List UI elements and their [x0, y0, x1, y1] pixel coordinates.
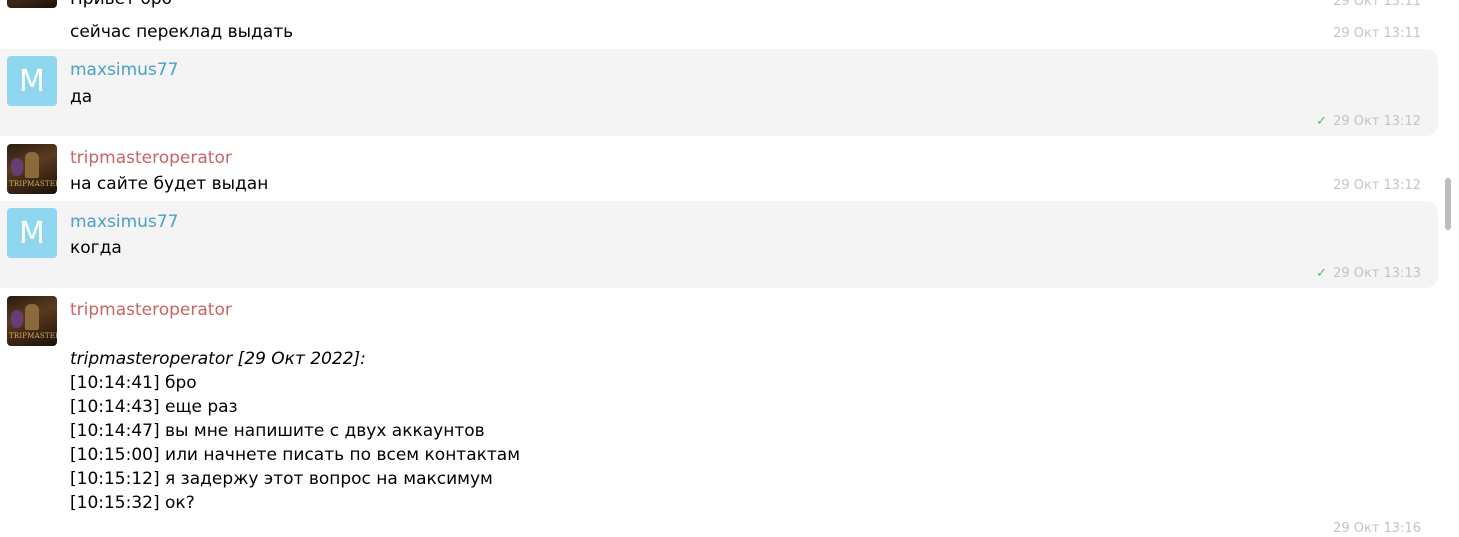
message-time: 29 Окт 13:16 [1333, 521, 1421, 536]
message-time: 29 Окт 13:11 [1333, 26, 1421, 41]
avatar[interactable]: M [7, 56, 57, 106]
message-line: [10:15:00] или начнете писать по всем ко… [70, 445, 521, 465]
message-row-own[interactable] [0, 49, 1438, 136]
message-line: [10:14:47] вы мне напишите с двух аккаун… [70, 421, 485, 441]
avatar-letter: M [19, 215, 45, 251]
sender-name[interactable]: maxsimus77 [70, 59, 178, 81]
message-text: да [70, 87, 93, 107]
message-line: [10:14:41] бро [70, 373, 197, 393]
sender-name[interactable]: tripmasteroperator [70, 299, 232, 321]
avatar[interactable]: M [7, 208, 57, 258]
avatar-letter: M [19, 63, 45, 99]
message-time: 29 Окт 13:11 [1333, 0, 1421, 9]
forward-header: tripmasteroperator [29 Окт 2022]: [70, 349, 366, 369]
avatar-caption: TRIPMASTER [9, 180, 57, 188]
message-line: [10:15:12] я задержу этот вопрос на макс… [70, 469, 493, 489]
sender-name[interactable]: tripmasteroperator [70, 147, 232, 169]
message-row-own[interactable] [0, 201, 1438, 288]
message-text: Привет бро [70, 0, 172, 10]
message-text: когда [70, 238, 122, 258]
avatar-caption: TRIPMASTER [9, 332, 57, 340]
message-time: ✓ 29 Окт 13:12 [1316, 114, 1421, 129]
sender-name[interactable]: maxsimus77 [70, 211, 178, 233]
message-line: [10:15:32] ок? [70, 493, 195, 513]
message-text: сейчас переклад выдать [70, 22, 294, 42]
avatar[interactable]: TRIPMASTER [7, 144, 57, 194]
avatar-tripmaster-partial[interactable] [7, 0, 57, 8]
avatar[interactable]: TRIPMASTER [7, 296, 57, 346]
message-text: на сайте будет выдан [70, 174, 269, 194]
message-line: [10:14:43] еще раз [70, 397, 238, 417]
message-time: 29 Окт 13:12 [1333, 178, 1421, 193]
message-time: ✓ 29 Окт 13:13 [1316, 266, 1421, 281]
read-check-icon: ✓ [1316, 114, 1328, 129]
scrollbar-thumb[interactable] [1445, 178, 1451, 230]
read-check-icon: ✓ [1316, 266, 1328, 281]
